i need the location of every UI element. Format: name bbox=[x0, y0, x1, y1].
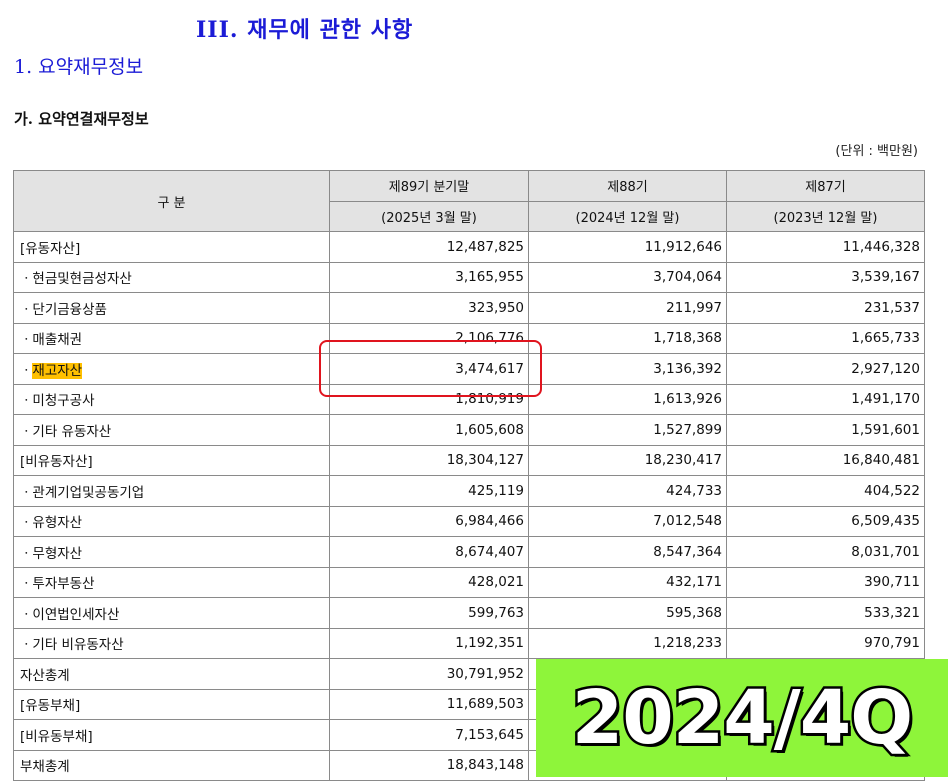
value-cell: 12,487,825 bbox=[329, 231, 529, 263]
header-period-date: (2024년 12월 말) bbox=[528, 200, 727, 232]
subsection-title: 가. 요약연결재무정보 bbox=[14, 110, 149, 128]
value-cell: 1,192,351 bbox=[329, 627, 529, 659]
row-label: [비유동자산] bbox=[13, 444, 330, 476]
row-label: ㆍ이연법인세자산 bbox=[13, 597, 330, 629]
header-period-date: (2023년 12월 말) bbox=[726, 200, 925, 232]
chapter-title: III. 재무에 관한 사항 bbox=[196, 17, 414, 43]
value-cell: 18,230,417 bbox=[528, 444, 727, 476]
value-cell: 424,733 bbox=[528, 475, 727, 507]
period-badge-text: 2024/4Q bbox=[569, 673, 915, 764]
value-cell: 323,950 bbox=[329, 292, 529, 324]
row-label: ㆍ재고자산 bbox=[13, 353, 330, 385]
period-badge: 2024/4Q bbox=[536, 659, 948, 777]
table-row: [유동자산] 12,487,825 11,912,646 11,446,328 bbox=[13, 231, 925, 263]
table-row: ㆍ현금및현금성자산 3,165,955 3,704,064 3,539,167 bbox=[13, 261, 925, 293]
row-label: 부채총계 bbox=[13, 749, 330, 781]
value-cell: 16,840,481 bbox=[726, 444, 925, 476]
value-cell: 7,012,548 bbox=[528, 505, 727, 537]
value-cell: 1,665,733 bbox=[726, 322, 925, 354]
row-label: ㆍ기타 유동자산 bbox=[13, 414, 330, 446]
value-cell: 599,763 bbox=[329, 597, 529, 629]
row-label: ㆍ미청구공사 bbox=[13, 383, 330, 415]
header-period-name: 제87기 bbox=[726, 170, 925, 202]
row-label: ㆍ무형자산 bbox=[13, 536, 330, 568]
value-cell: 3,704,064 bbox=[528, 261, 727, 293]
row-label: ㆍ투자부동산 bbox=[13, 566, 330, 598]
value-cell: 8,674,407 bbox=[329, 536, 529, 568]
row-label: ㆍ기타 비유동자산 bbox=[13, 627, 330, 659]
value-cell: 6,984,466 bbox=[329, 505, 529, 537]
header-period-date: (2025년 3월 말) bbox=[329, 200, 529, 232]
value-cell: 404,522 bbox=[726, 475, 925, 507]
table-row: ㆍ기타 유동자산 1,605,608 1,527,899 1,591,601 bbox=[13, 414, 925, 446]
value-cell: 11,689,503 bbox=[329, 688, 529, 720]
table-row: ㆍ이연법인세자산 599,763 595,368 533,321 bbox=[13, 597, 925, 629]
table-row: [비유동자산] 18,304,127 18,230,417 16,840,481 bbox=[13, 444, 925, 476]
value-cell: 1,605,608 bbox=[329, 414, 529, 446]
value-cell: 8,547,364 bbox=[528, 536, 727, 568]
table-row: ㆍ유형자산 6,984,466 7,012,548 6,509,435 bbox=[13, 505, 925, 537]
highlighted-label: 재고자산 bbox=[32, 362, 83, 379]
value-cell: 3,136,392 bbox=[528, 353, 727, 385]
value-cell: 11,912,646 bbox=[528, 231, 727, 263]
callout-highlight-box bbox=[319, 340, 542, 397]
value-cell: 3,539,167 bbox=[726, 261, 925, 293]
value-cell: 533,321 bbox=[726, 597, 925, 629]
value-cell: 425,119 bbox=[329, 475, 529, 507]
table-row: ㆍ기타 비유동자산 1,192,351 1,218,233 970,791 bbox=[13, 627, 925, 659]
row-label: ㆍ현금및현금성자산 bbox=[13, 261, 330, 293]
row-label: [비유동부채] bbox=[13, 719, 330, 751]
table-row: ㆍ투자부동산 428,021 432,171 390,711 bbox=[13, 566, 925, 598]
value-cell: 6,509,435 bbox=[726, 505, 925, 537]
value-cell: 1,527,899 bbox=[528, 414, 727, 446]
row-label: ㆍ단기금융상품 bbox=[13, 292, 330, 324]
value-cell: 7,153,645 bbox=[329, 719, 529, 751]
header-category: 구 분 bbox=[13, 170, 330, 232]
value-cell: 8,031,701 bbox=[726, 536, 925, 568]
value-cell: 1,718,368 bbox=[528, 322, 727, 354]
row-label: [유동부채] bbox=[13, 688, 330, 720]
value-cell: 30,791,952 bbox=[329, 658, 529, 690]
header-period-name: 제89기 분기말 bbox=[329, 170, 529, 202]
unit-label: (단위 : 백만원) bbox=[835, 144, 918, 159]
row-label: [유동자산] bbox=[13, 231, 330, 263]
value-cell: 1,491,170 bbox=[726, 383, 925, 415]
header-period-name: 제88기 bbox=[528, 170, 727, 202]
value-cell: 211,997 bbox=[528, 292, 727, 324]
section-title: 1. 요약재무정보 bbox=[14, 56, 144, 78]
table-row: ㆍ관계기업및공동기업 425,119 424,733 404,522 bbox=[13, 475, 925, 507]
value-cell: 432,171 bbox=[528, 566, 727, 598]
table-row: ㆍ무형자산 8,674,407 8,547,364 8,031,701 bbox=[13, 536, 925, 568]
value-cell: 2,927,120 bbox=[726, 353, 925, 385]
row-label: 자산총계 bbox=[13, 658, 330, 690]
value-cell: 595,368 bbox=[528, 597, 727, 629]
value-cell: 11,446,328 bbox=[726, 231, 925, 263]
value-cell: 18,304,127 bbox=[329, 444, 529, 476]
value-cell: 18,843,148 bbox=[329, 749, 529, 781]
value-cell: 1,613,926 bbox=[528, 383, 727, 415]
row-label: ㆍ매출채권 bbox=[13, 322, 330, 354]
value-cell: 428,021 bbox=[329, 566, 529, 598]
row-label: ㆍ유형자산 bbox=[13, 505, 330, 537]
table-row: ㆍ단기금융상품 323,950 211,997 231,537 bbox=[13, 292, 925, 324]
value-cell: 231,537 bbox=[726, 292, 925, 324]
row-label: ㆍ관계기업및공동기업 bbox=[13, 475, 330, 507]
value-cell: 3,165,955 bbox=[329, 261, 529, 293]
value-cell: 970,791 bbox=[726, 627, 925, 659]
value-cell: 1,218,233 bbox=[528, 627, 727, 659]
value-cell: 390,711 bbox=[726, 566, 925, 598]
value-cell: 1,591,601 bbox=[726, 414, 925, 446]
